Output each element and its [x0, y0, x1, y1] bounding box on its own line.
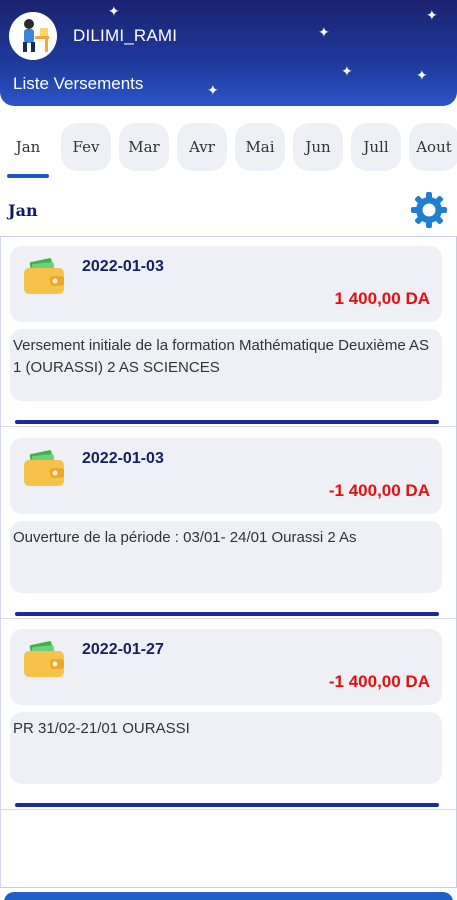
gear-icon: [411, 192, 447, 228]
entry-description: PR 31/02-21/01 OURASSI: [10, 712, 442, 784]
wallet-icon: [24, 641, 64, 677]
entry-date: 2022-01-03: [82, 450, 164, 467]
avatar[interactable]: [9, 12, 57, 60]
entry-divider: [15, 420, 439, 424]
tab-jan[interactable]: Jan: [3, 123, 53, 171]
row-separator: [1, 809, 456, 810]
app-header: ✦ ✦ ✦ ✦ ✦ ✦ DILIMI_RAMI Liste Versements: [0, 0, 457, 106]
entry-date: 2022-01-27: [82, 641, 164, 658]
tab-jull[interactable]: Jull: [351, 123, 401, 171]
entry-date: 2022-01-03: [82, 258, 164, 275]
active-tab-indicator: [7, 174, 49, 178]
entry-description: Versement initiale de la formation Mathé…: [10, 329, 442, 401]
tab-mai[interactable]: Mai: [235, 123, 285, 171]
entry-divider: [15, 612, 439, 616]
star-decoration: ✦: [416, 67, 428, 83]
section-title: Jan: [8, 201, 38, 220]
entry-amount: 1 400,00 DA: [334, 289, 430, 308]
entry-header-card: 2022-01-27 -1 400,00 DA: [10, 629, 442, 705]
tab-avr[interactable]: Avr: [177, 123, 227, 171]
versements-list[interactable]: 2022-01-03 1 400,00 DA Versement initial…: [0, 236, 457, 888]
row-separator: [1, 618, 456, 619]
list-item[interactable]: 2022-01-03 1 400,00 DA Versement initial…: [1, 237, 456, 427]
star-decoration: ✦: [426, 7, 438, 23]
entry-amount: -1 400,00 DA: [328, 481, 430, 500]
row-separator: [1, 426, 456, 427]
tab-mar[interactable]: Mar: [119, 123, 169, 171]
tab-fev[interactable]: Fev: [61, 123, 111, 171]
star-decoration: ✦: [108, 3, 120, 19]
page-title: Liste Versements: [13, 74, 144, 93]
entry-header-card: 2022-01-03 -1 400,00 DA: [10, 438, 442, 514]
wallet-icon: [24, 258, 64, 294]
bottom-bar[interactable]: [4, 892, 453, 900]
tab-aout[interactable]: Aout: [409, 123, 457, 171]
tab-jun[interactable]: Jun: [293, 123, 343, 171]
entry-header-card: 2022-01-03 1 400,00 DA: [10, 246, 442, 322]
list-item[interactable]: 2022-01-27 -1 400,00 DA PR 31/02-21/01 O…: [1, 620, 456, 810]
settings-button[interactable]: [408, 189, 450, 231]
wallet-icon: [24, 450, 64, 486]
entry-divider: [15, 803, 439, 807]
star-decoration: ✦: [341, 63, 353, 79]
list-item[interactable]: 2022-01-03 -1 400,00 DA Ouverture de la …: [1, 429, 456, 619]
entry-description: Ouverture de la période : 03/01- 24/01 O…: [10, 521, 442, 593]
month-tabs: Jan Fev Mar Avr Mai Jun Jull Aout: [0, 118, 457, 180]
person-at-desk-icon: [9, 12, 57, 60]
entry-amount: -1 400,00 DA: [328, 672, 430, 691]
star-decoration: ✦: [207, 82, 219, 98]
star-decoration: ✦: [318, 24, 330, 40]
user-name: DILIMI_RAMI: [73, 26, 178, 45]
